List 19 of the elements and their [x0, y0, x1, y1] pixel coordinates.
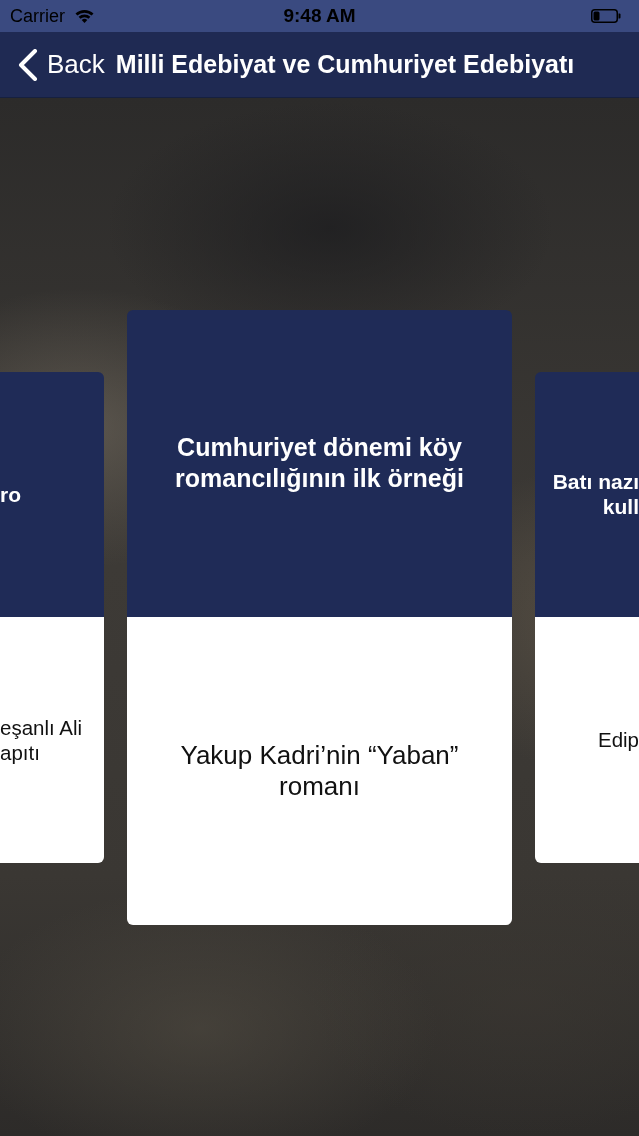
flashcard-answer-panel[interactable]: eşanlı Ali apıtı	[0, 617, 104, 863]
flashcard-answer-panel[interactable]: Yakup Kadri’nin “Yaban” romanı	[127, 617, 512, 925]
answer-text: Edip	[597, 727, 639, 753]
question-text: Batı nazı kull	[552, 469, 639, 520]
chevron-left-icon	[18, 48, 38, 81]
back-button[interactable]: Back	[18, 48, 105, 81]
flashcard-question-panel[interactable]: Batı nazı kull	[535, 371, 639, 617]
screen-title: Milli Edebiyat ve Cumhuriyet Edebiyatı	[115, 50, 575, 79]
clock-time: 9:48 AM	[283, 5, 356, 27]
carrier-label: Carrier	[10, 5, 65, 27]
wifi-icon	[75, 9, 94, 23]
flashcard-question-panel[interactable]: ro	[0, 371, 104, 617]
battery-icon	[591, 9, 621, 23]
question-text: ro	[0, 481, 21, 507]
flashcard-answer-panel[interactable]: Edip	[535, 617, 639, 863]
answer-text: Yakup Kadri’nin “Yaban” romanı	[180, 739, 459, 802]
question-text: Cumhuriyet dönemi köy romancılığının ilk örneği	[175, 432, 464, 495]
flashcard-question-panel[interactable]: Cumhuriyet dönemi köy romancılığının ilk örneği	[127, 309, 512, 617]
answer-text: eşanlı Ali apıtı	[0, 714, 83, 765]
